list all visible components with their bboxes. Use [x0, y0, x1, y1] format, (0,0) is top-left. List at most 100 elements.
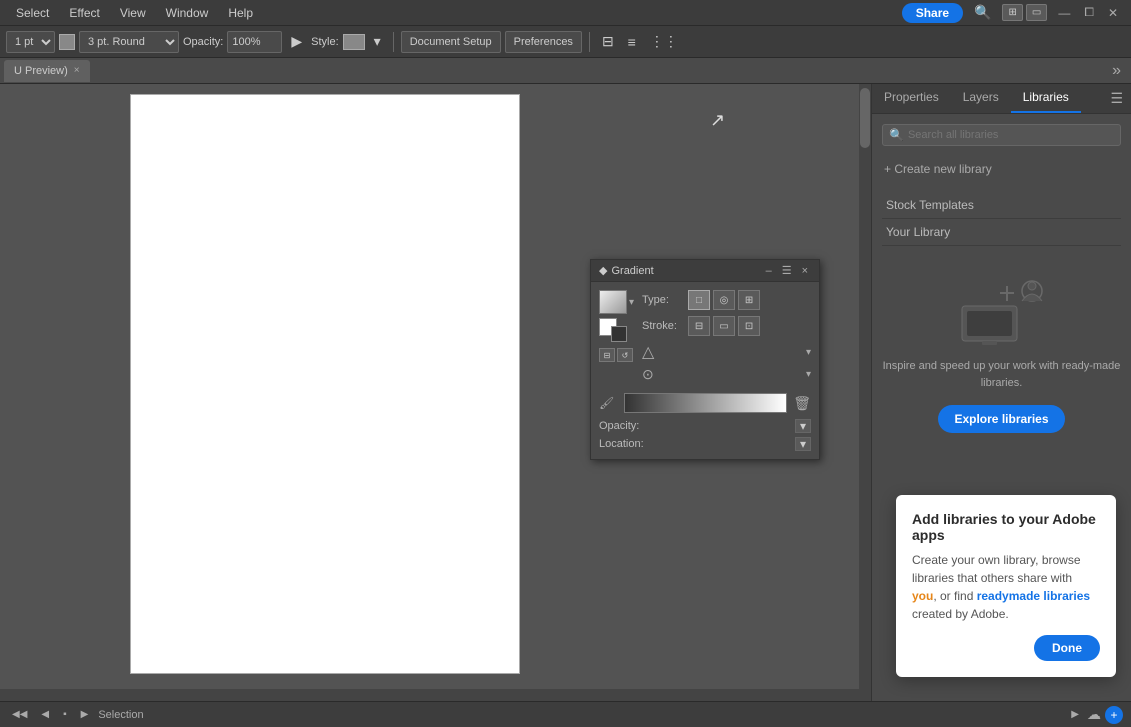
- preferences-button[interactable]: Preferences: [505, 31, 582, 53]
- tooltip-body: Create your own library, browse librarie…: [912, 551, 1100, 623]
- create-library-btn[interactable]: + Create new library: [882, 158, 1121, 180]
- menu-window[interactable]: Window: [158, 4, 217, 22]
- location-label: Location:: [599, 438, 795, 450]
- canvas-scrollbar-horizontal[interactable]: [0, 689, 859, 701]
- style-preview[interactable]: [343, 34, 365, 50]
- type-freeform-btn[interactable]: ⊞: [738, 290, 760, 310]
- opacity-arrow-btn[interactable]: ▶: [286, 30, 307, 53]
- paint-icon: 🖌: [599, 396, 614, 410]
- toolbar-divider-1: [393, 32, 394, 52]
- your-library-item[interactable]: Your Library: [882, 219, 1121, 246]
- gradient-delete-btn[interactable]: 🗑: [793, 395, 811, 412]
- right-panel-menu-btn[interactable]: ☰: [1102, 84, 1131, 113]
- tooltip-title: Add libraries to your Adobe apps: [912, 511, 1100, 543]
- gradient-collapse-icon[interactable]: ◆: [599, 264, 607, 277]
- type-radial-btn[interactable]: ◎: [713, 290, 735, 310]
- type-row: Type: □ ◎ ⊞: [642, 290, 811, 310]
- gradient-close-btn[interactable]: ×: [799, 264, 811, 277]
- document-setup-button[interactable]: Document Setup: [401, 31, 501, 53]
- gradient-type-area: Type: □ ◎ ⊞ Stroke: ⊟ ▭: [642, 290, 811, 387]
- explore-libraries-btn[interactable]: Explore libraries: [938, 405, 1064, 433]
- menu-bar-right: Share 🔍 ⊞ ▭ — ⧠ ✕: [902, 1, 1123, 24]
- circle-row: ⊙ ▾: [642, 366, 811, 383]
- stroke-row: Stroke: ⊟ ▭ ⊡: [642, 316, 811, 336]
- gradient-title-text: Gradient: [611, 265, 653, 277]
- window-controls: — ⧠ ✕: [1053, 3, 1123, 22]
- stroke-style-select[interactable]: 3 pt. Round 1 pt. Flat: [79, 31, 179, 53]
- opacity-dropdown-gp[interactable]: ▾: [795, 419, 811, 433]
- minimize-button[interactable]: —: [1053, 4, 1075, 22]
- gradient-icon-1[interactable]: ⊟: [599, 348, 615, 362]
- gradient-bar[interactable]: [624, 393, 787, 413]
- status-back-btn[interactable]: ◀: [37, 707, 53, 722]
- status-right-arrow[interactable]: ▶: [1067, 707, 1083, 722]
- style-label: Style:: [311, 36, 339, 48]
- tab-layers[interactable]: Layers: [951, 84, 1011, 113]
- angle-dropdown[interactable]: ▾: [806, 347, 811, 358]
- tab-bar-arrows[interactable]: »: [1106, 62, 1127, 80]
- tab-bar: U Preview) × »: [0, 58, 1131, 84]
- gradient-menu-btn[interactable]: ☰: [779, 264, 795, 277]
- gradient-icon-2[interactable]: ↺: [617, 348, 633, 362]
- library-promo-text: Inspire and speed up your work with read…: [882, 358, 1121, 391]
- tooltip-done-btn[interactable]: Done: [1034, 635, 1100, 661]
- background-swatch[interactable]: [611, 326, 627, 342]
- type-buttons: □ ◎ ⊞: [688, 290, 760, 310]
- tooltip-body-part2: , or find: [933, 589, 976, 603]
- close-button[interactable]: ✕: [1103, 4, 1123, 22]
- add-button[interactable]: +: [1105, 706, 1123, 724]
- canvas-scrollbar-vertical[interactable]: [859, 84, 871, 701]
- gradient-minimize-btn[interactable]: –: [763, 264, 775, 277]
- opacity-input[interactable]: [227, 31, 282, 53]
- angle-row: △ ▾: [642, 342, 811, 362]
- cloud-icon[interactable]: ☁: [1087, 706, 1101, 723]
- arrange-icon-btn[interactable]: ⊟: [597, 30, 619, 53]
- fg-bg-swatches-container: [599, 318, 627, 342]
- style-dropdown-btn[interactable]: ▾: [369, 30, 386, 53]
- search-box: 🔍: [882, 124, 1121, 146]
- gradient-fill-swatch[interactable]: [599, 290, 627, 314]
- gradient-panel-body: ▾ ⊟ ↺ Type:: [591, 282, 819, 459]
- gradient-panel: ◆ Gradient – ☰ × ▾: [590, 259, 820, 460]
- library-promo-illustration: [952, 266, 1052, 346]
- right-panel-tabs: Properties Layers Libraries ☰: [872, 84, 1131, 114]
- search-icon-btn[interactable]: 🔍: [969, 1, 996, 24]
- align-icon-btn[interactable]: ≡: [623, 31, 641, 53]
- stroke-color-preview[interactable]: [59, 34, 75, 50]
- workspace-grid-btn[interactable]: ⊞: [1002, 4, 1022, 21]
- tab-close-btn[interactable]: ×: [74, 66, 80, 76]
- location-dropdown[interactable]: ▾: [795, 437, 811, 451]
- menu-view[interactable]: View: [112, 4, 154, 22]
- menu-help[interactable]: Help: [220, 4, 261, 22]
- stroke-size-select[interactable]: 1 pt 2 pt 3 pt: [6, 31, 55, 53]
- circle-dropdown[interactable]: ▾: [806, 369, 811, 380]
- stroke-type-2[interactable]: ▭: [713, 316, 735, 336]
- canvas-tab[interactable]: U Preview) ×: [4, 60, 90, 82]
- status-bar: ◀◀ ◀ ▪ ▶ Selection ▶ ☁ +: [0, 701, 1131, 727]
- library-illustration: [882, 266, 1121, 346]
- stroke-type-1[interactable]: ⊟: [688, 316, 710, 336]
- more-icon-btn[interactable]: ⋮⋮: [645, 30, 683, 53]
- status-fwd-btn[interactable]: ▶: [77, 707, 93, 722]
- status-prev-btn[interactable]: ◀◀: [8, 707, 31, 722]
- status-page-btn[interactable]: ▪: [59, 707, 71, 722]
- type-linear-btn[interactable]: □: [688, 290, 710, 310]
- share-button[interactable]: Share: [902, 3, 963, 23]
- canvas-area[interactable]: ↗ ◆ Gradient – ☰ ×: [0, 84, 871, 701]
- stock-templates-item[interactable]: Stock Templates: [882, 192, 1121, 219]
- tooltip-body-part1: Create your own library, browse librarie…: [912, 553, 1081, 585]
- tab-properties[interactable]: Properties: [872, 84, 951, 113]
- status-selection-label: Selection: [98, 709, 143, 721]
- cursor: ↗: [710, 110, 725, 131]
- workspace-panel-btn[interactable]: ▭: [1026, 4, 1047, 21]
- tab-libraries[interactable]: Libraries: [1011, 84, 1081, 113]
- menu-select[interactable]: Select: [8, 4, 57, 22]
- maximize-button[interactable]: ⧠: [1079, 3, 1099, 22]
- search-input[interactable]: [908, 129, 1114, 141]
- menu-effect[interactable]: Effect: [61, 4, 107, 22]
- swatch-dropdown-arrow[interactable]: ▾: [629, 297, 634, 308]
- circle-icon: ⊙: [642, 366, 654, 383]
- scrollbar-thumb-v[interactable]: [860, 88, 870, 148]
- stroke-type-3[interactable]: ⊡: [738, 316, 760, 336]
- location-row: Location: ▾: [599, 437, 811, 451]
